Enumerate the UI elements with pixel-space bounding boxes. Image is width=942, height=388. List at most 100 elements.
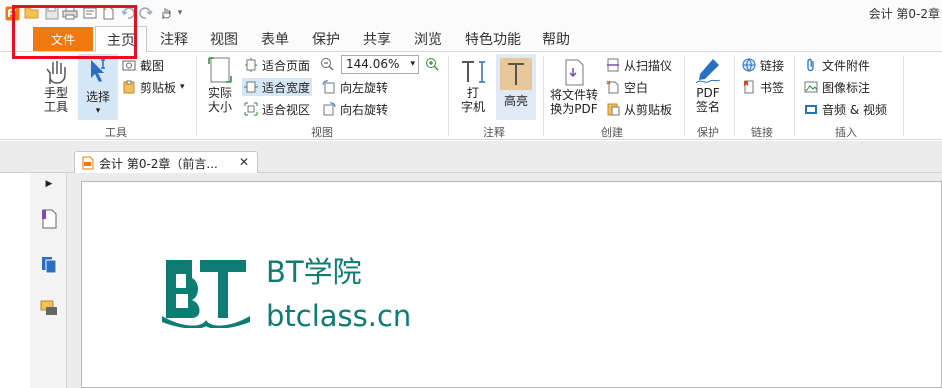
link-button[interactable]: 链接 — [742, 56, 784, 74]
blank-button[interactable]: 空白 — [606, 78, 648, 96]
comments-panel-icon[interactable] — [40, 299, 58, 319]
clipboard-icon — [122, 80, 136, 94]
tab-file[interactable]: 文件 — [33, 27, 93, 51]
paperclip-icon — [804, 58, 818, 72]
bookmark-button[interactable]: 书签 — [742, 78, 784, 96]
group-divider — [794, 56, 795, 136]
rotate-right-button[interactable]: 向右旋转 — [322, 100, 388, 118]
fit-visible-icon — [244, 102, 258, 116]
fit-page-icon — [244, 58, 258, 72]
select-button[interactable]: 选择 ▾ — [78, 54, 118, 120]
fit-width-icon — [244, 80, 258, 94]
tab-help[interactable]: 帮助 — [536, 26, 576, 52]
clipboard-label: 剪贴板 — [140, 80, 177, 95]
fit-visible-label: 适合视区 — [262, 102, 311, 117]
blank-label: 空白 — [624, 80, 649, 95]
fit-visible-button[interactable]: 适合视区 — [244, 100, 310, 118]
zoom-out-icon[interactable] — [320, 57, 334, 71]
group-divider — [903, 56, 904, 136]
convert-to-pdf-label-1: 将文件转 — [549, 88, 598, 102]
tab-browse[interactable]: 浏览 — [408, 26, 448, 52]
fit-width-button[interactable]: 适合宽度 — [242, 78, 313, 96]
convert-to-pdf-label-2: 换为PDF — [550, 102, 598, 116]
clipboard-button[interactable]: 剪贴板 ▾ — [122, 78, 185, 96]
group-divider — [543, 56, 544, 136]
tab-form[interactable]: 表单 — [255, 26, 295, 52]
open-icon[interactable] — [24, 5, 40, 21]
hand-icon — [46, 61, 66, 84]
screenshot-button[interactable]: 截图 — [122, 56, 164, 74]
hand-tool-button[interactable]: 手型 工具 — [40, 58, 72, 114]
pdf-sign-label-2: 签名 — [695, 100, 720, 114]
new-document-icon[interactable] — [100, 5, 116, 21]
convert-to-pdf-button[interactable]: 将文件转 换为PDF — [548, 58, 600, 116]
app-logo-icon[interactable] — [4, 5, 20, 21]
highlight-button[interactable]: 高亮 — [496, 54, 536, 120]
window-title: 会计 第0-2章 — [868, 7, 940, 21]
pdf-file-icon — [81, 156, 95, 170]
tab-home[interactable]: 主页 — [95, 26, 147, 53]
tab-annotate[interactable]: 注释 — [154, 26, 194, 52]
document-tab-label: 会计 第0-2章（前言... — [99, 156, 218, 171]
save-icon[interactable] — [44, 5, 60, 21]
audio-video-button[interactable]: 音频 & 视频 — [804, 100, 887, 118]
pdf-sign-button[interactable]: PDF 签名 — [690, 56, 726, 114]
fit-page-button[interactable]: 适合页面 — [244, 56, 310, 74]
rotate-right-label: 向右旋转 — [340, 102, 389, 117]
view-group-label: 视图 — [311, 126, 333, 139]
file-attachment-button[interactable]: 文件附件 — [804, 56, 870, 74]
tools-group-label: 工具 — [105, 126, 127, 139]
typewriter-button[interactable]: 打 字机 — [456, 58, 490, 114]
from-clipboard-icon — [606, 102, 620, 116]
bt-logo-mark — [162, 250, 250, 329]
properties-icon[interactable] — [82, 5, 98, 21]
document-view[interactable]: BT学院 btclass.cn — [67, 173, 942, 388]
image-annotation-button[interactable]: 图像标注 — [804, 78, 870, 96]
rotate-left-button[interactable]: 向左旋转 — [322, 78, 388, 96]
typewriter-label-1: 打 — [466, 86, 479, 100]
fit-page-label: 适合页面 — [262, 58, 311, 73]
actual-size-label-2: 大小 — [207, 100, 232, 114]
print-icon[interactable] — [62, 5, 78, 21]
actual-size-button[interactable]: 实际 大小 — [202, 56, 238, 114]
actual-size-label-1: 实际 — [207, 86, 232, 100]
image-annotation-label: 图像标注 — [822, 80, 871, 95]
ribbon-tabs: 文件 主页 注释 视图 表单 保护 共享 浏览 特色功能 帮助 — [0, 26, 942, 53]
rotate-right-icon — [322, 102, 336, 116]
from-scanner-button[interactable]: 从扫描仪 — [606, 56, 672, 74]
close-tab-icon[interactable]: ✕ — [239, 155, 249, 169]
convert-to-pdf-icon — [565, 59, 584, 86]
from-scanner-label: 从扫描仪 — [624, 58, 673, 73]
redo-icon[interactable] — [138, 5, 154, 21]
tab-features[interactable]: 特色功能 — [459, 26, 527, 52]
select-dropdown-icon: ▾ — [95, 106, 101, 116]
customize-dropdown-icon[interactable]: ▾ — [172, 5, 188, 21]
zoom-level-value: 144.06% — [346, 57, 400, 71]
film-icon — [804, 102, 818, 116]
zoom-in-icon[interactable] — [425, 57, 439, 71]
group-divider — [196, 56, 197, 136]
group-divider — [684, 56, 685, 136]
bookmarks-panel-icon[interactable] — [40, 209, 58, 229]
image-icon — [804, 80, 818, 94]
tab-protect[interactable]: 保护 — [306, 26, 346, 52]
document-tab[interactable]: 会计 第0-2章（前言... ✕ — [74, 151, 258, 174]
pages-panel-icon[interactable] — [40, 255, 58, 275]
zoom-dropdown-icon: ▾ — [410, 59, 415, 69]
fit-width-label: 适合宽度 — [262, 80, 311, 95]
tab-share[interactable]: 共享 — [357, 26, 397, 52]
expand-panel-icon[interactable]: ▶ — [40, 179, 58, 199]
pen-sign-icon — [695, 59, 721, 84]
create-group-label: 创建 — [601, 126, 623, 139]
undo-icon[interactable] — [120, 5, 136, 21]
left-navigation-panel: ▶ — [30, 173, 67, 388]
annotate-group-label: 注释 — [483, 126, 505, 139]
zoom-level-select[interactable]: 144.06% ▾ — [341, 55, 419, 74]
logo-line-1: BT学院 — [266, 255, 362, 289]
from-clipboard-button[interactable]: 从剪贴板 — [606, 100, 672, 118]
rotate-left-label: 向左旋转 — [340, 80, 389, 95]
link-globe-icon — [742, 58, 756, 72]
blank-page-icon — [606, 80, 620, 94]
hand-tool-label-1: 手型 — [43, 86, 68, 100]
tab-view[interactable]: 视图 — [204, 26, 244, 52]
